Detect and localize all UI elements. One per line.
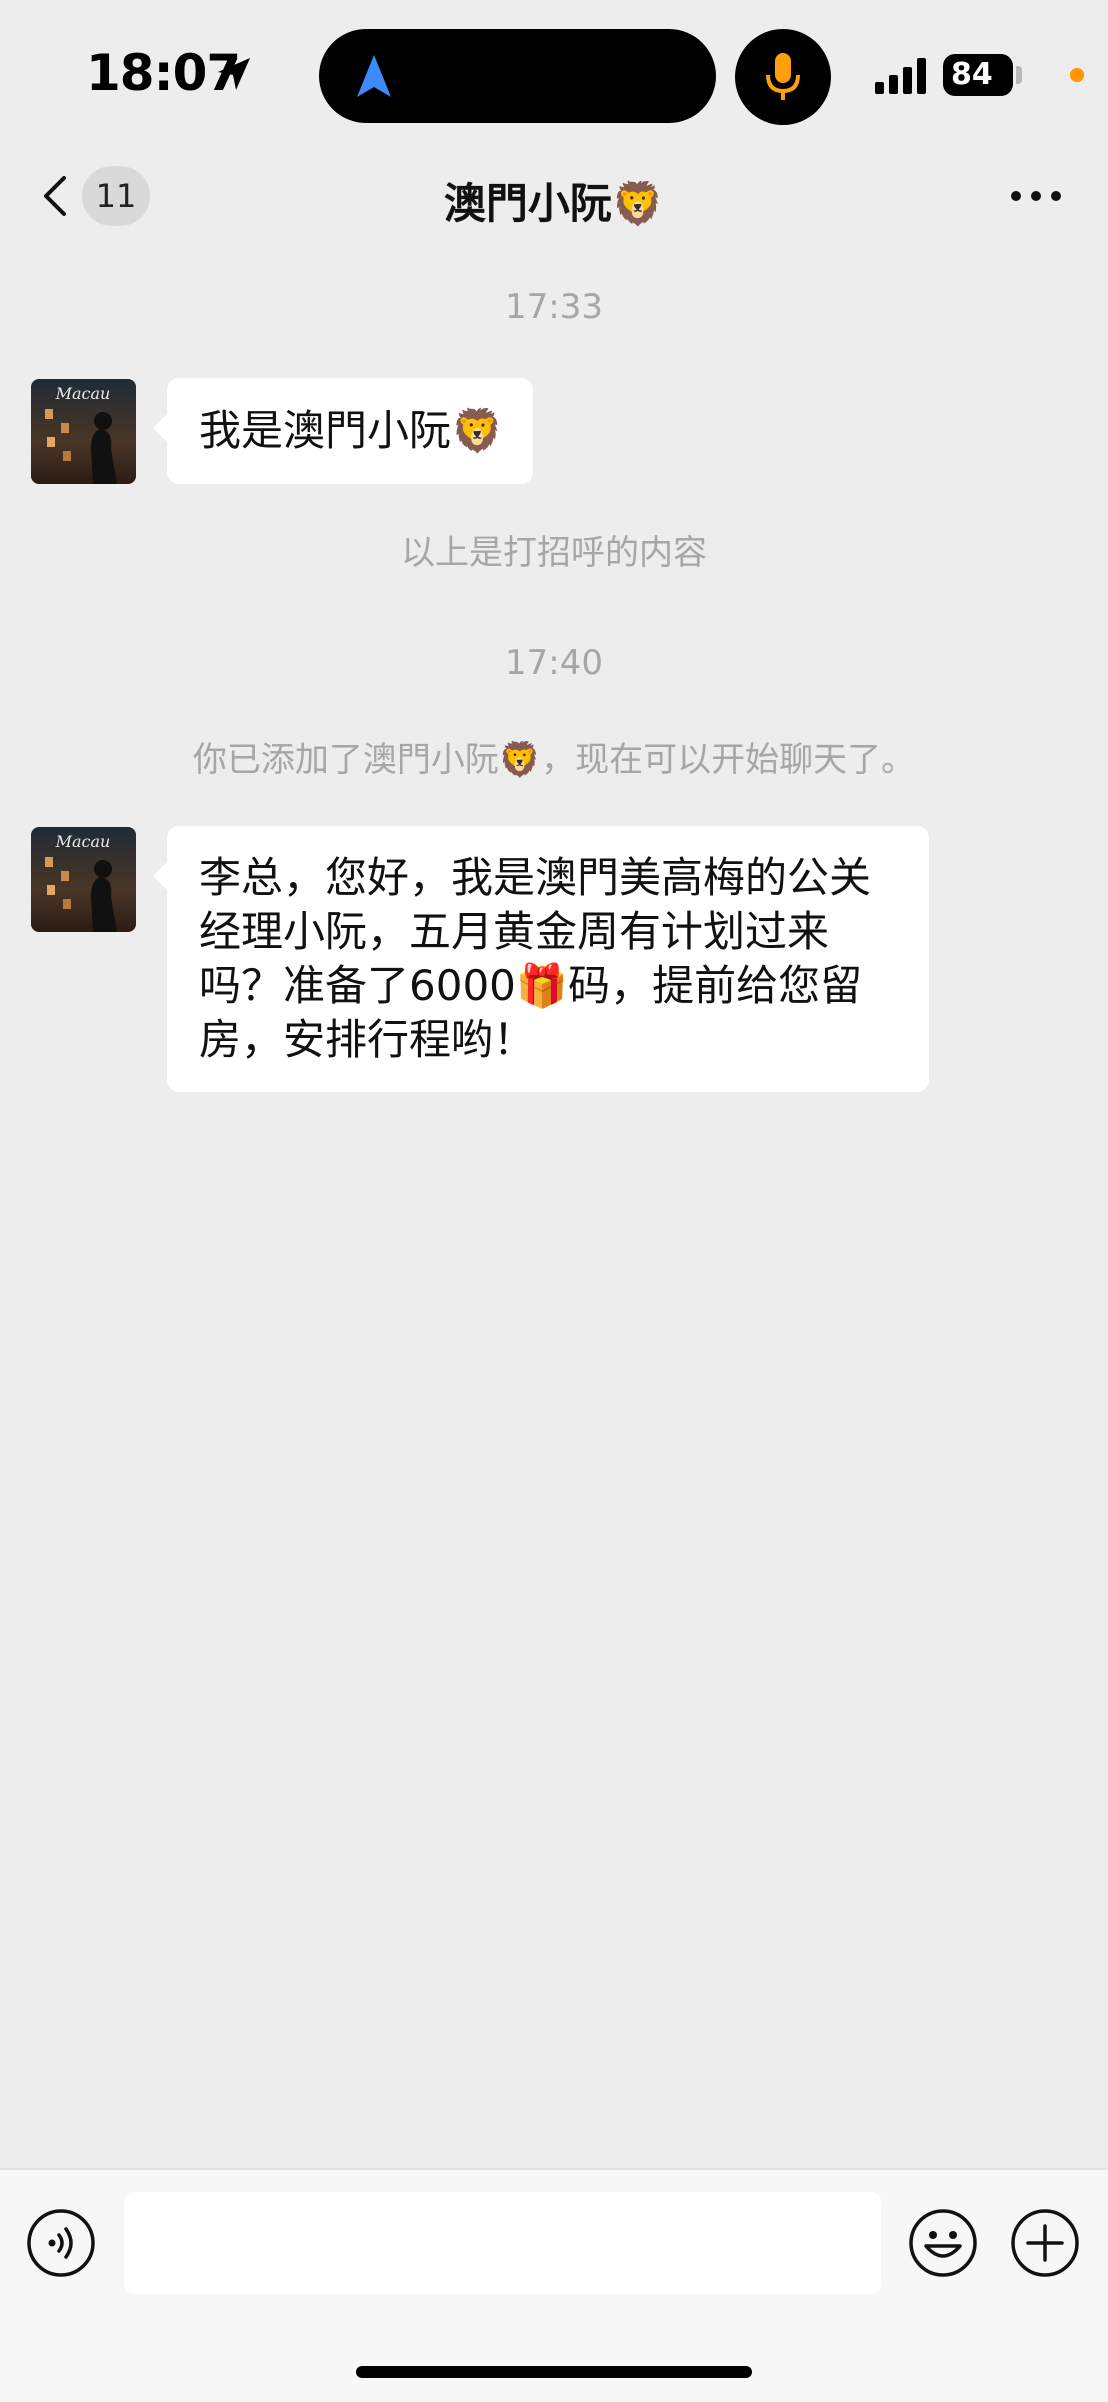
emoji-icon[interactable] bbox=[908, 2208, 978, 2278]
back-button[interactable]: 11 bbox=[30, 164, 160, 228]
contact-avatar[interactable]: Macau bbox=[31, 827, 136, 932]
voice-icon[interactable] bbox=[26, 2208, 96, 2278]
avatar-caption: Macau bbox=[55, 384, 111, 403]
chevron-left-icon bbox=[44, 176, 66, 216]
avatar-image: Macau bbox=[31, 827, 136, 932]
message-input[interactable] bbox=[124, 2192, 881, 2294]
microphone-icon bbox=[766, 53, 800, 100]
timestamp: 17:40 bbox=[505, 643, 603, 683]
battery-tip bbox=[1016, 66, 1022, 84]
navigation-arrow-icon bbox=[357, 55, 391, 97]
avatar-caption: Macau bbox=[55, 832, 111, 851]
more-dots-icon[interactable] bbox=[1006, 178, 1066, 214]
status-bar: 18:07 84 bbox=[0, 0, 1108, 150]
battery-level: 84 bbox=[943, 54, 1013, 96]
timestamp: 17:33 bbox=[505, 287, 603, 327]
contact-avatar[interactable]: Macau bbox=[31, 379, 136, 484]
chat-title: 澳門小阮🦁 bbox=[443, 179, 665, 228]
location-arrow-icon bbox=[218, 58, 250, 90]
signal-icon bbox=[875, 58, 926, 94]
dynamic-island bbox=[319, 29, 716, 123]
avatar-image: Macau bbox=[31, 379, 136, 484]
microphone-indicator bbox=[735, 29, 831, 125]
message-bubble[interactable]: 我是澳門小阮🦁 bbox=[152, 378, 534, 484]
chat-header: 11 澳門小阮🦁 bbox=[0, 150, 1108, 240]
plus-icon[interactable] bbox=[1010, 2208, 1080, 2278]
message-bubble[interactable]: 李总，您好，我是澳門美高梅的公关经理小阮，五月黄金周有计划过来吗？准备了6000… bbox=[153, 826, 929, 1092]
home-indicator bbox=[356, 2366, 752, 2378]
privacy-indicator-dot bbox=[1070, 68, 1084, 82]
unread-count-badge: 11 bbox=[82, 166, 150, 226]
system-message-greeting: 以上是打招呼的内容 bbox=[401, 533, 707, 573]
system-message-added: 你已添加了澳門小阮🦁，现在可以开始聊天了。 bbox=[192, 740, 916, 780]
